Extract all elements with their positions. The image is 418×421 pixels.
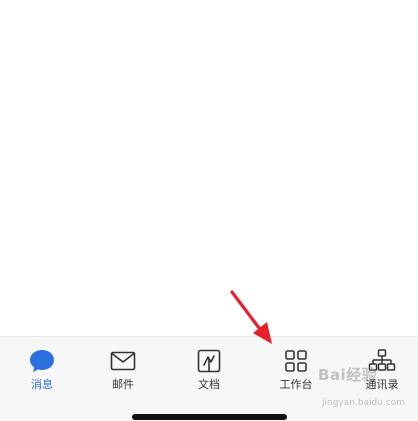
tab-messages-label: 消息 xyxy=(31,378,53,391)
main-content-area xyxy=(0,0,418,336)
grid-apps-icon xyxy=(285,350,307,372)
tab-contacts[interactable]: 通讯录 xyxy=(340,337,418,407)
chat-bubble-icon xyxy=(30,350,54,372)
org-chart-icon xyxy=(368,349,396,371)
tab-mail-label: 邮件 xyxy=(112,378,134,391)
document-icon xyxy=(197,349,221,373)
bottom-tab-bar: 消息 邮件 文档 工作台 通讯录 xyxy=(0,336,418,421)
tab-mail[interactable]: 邮件 xyxy=(81,337,165,407)
red-pointer-arrow-icon xyxy=(230,290,272,344)
home-indicator[interactable] xyxy=(132,414,287,420)
tab-workbench-label: 工作台 xyxy=(279,378,313,391)
tab-messages[interactable]: 消息 xyxy=(0,337,84,407)
mail-icon xyxy=(110,351,136,371)
tab-contacts-label: 通讯录 xyxy=(365,378,399,391)
tab-docs-label: 文档 xyxy=(198,378,220,391)
